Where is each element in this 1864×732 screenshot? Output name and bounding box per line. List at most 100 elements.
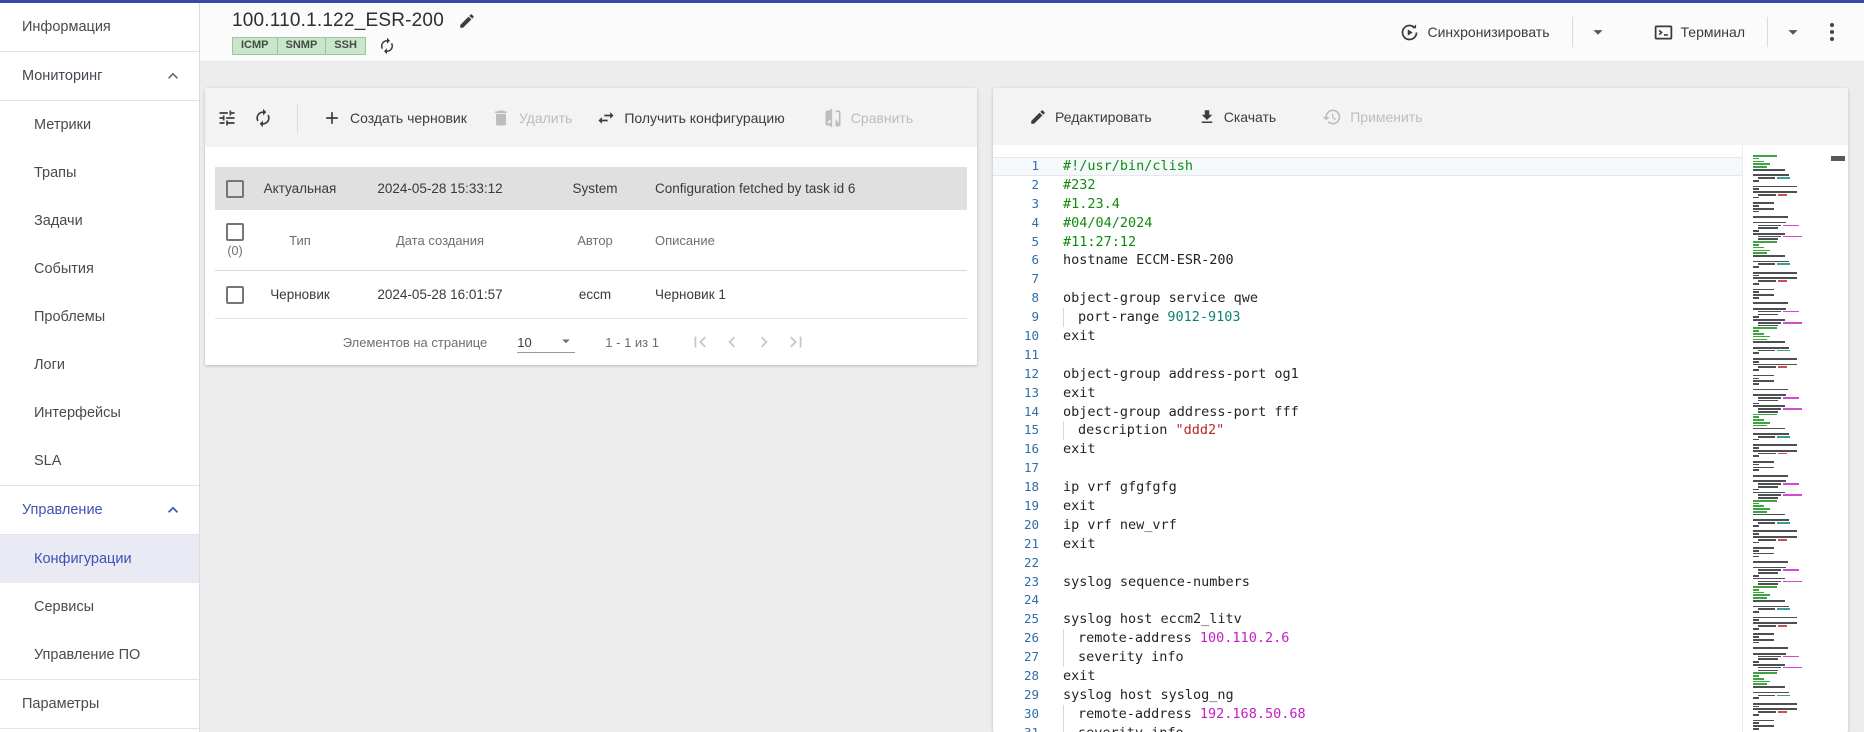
sidebar-item-information[interactable]: Информация bbox=[0, 3, 199, 51]
code-line[interactable]: 2#232 bbox=[993, 176, 1742, 195]
code-line[interactable]: 26remote-address 100.110.2.6 bbox=[993, 629, 1742, 648]
chevron-left-icon bbox=[721, 331, 743, 353]
code-line[interactable]: 16exit bbox=[993, 440, 1742, 459]
protocol-badge: ICMP bbox=[232, 37, 278, 55]
code-line[interactable]: 18ip vrf gfgfgfg bbox=[993, 478, 1742, 497]
code-line[interactable]: 24 bbox=[993, 591, 1742, 610]
code-line[interactable]: 7 bbox=[993, 270, 1742, 289]
terminal-button[interactable]: Терминал bbox=[1653, 22, 1745, 43]
sidebar-item-traps[interactable]: Трапы bbox=[0, 149, 199, 197]
code-line[interactable]: 22 bbox=[993, 554, 1742, 573]
column-header-created[interactable]: Дата создания bbox=[396, 233, 484, 248]
code-line[interactable]: 30remote-address 192.168.50.68 bbox=[993, 705, 1742, 724]
download-config-button[interactable]: Скачать bbox=[1198, 108, 1277, 126]
code-line[interactable]: 12object-group address-port og1 bbox=[993, 365, 1742, 384]
first-page-button[interactable] bbox=[689, 331, 711, 353]
code-line[interactable]: 23syslog sequence-numbers bbox=[993, 573, 1742, 592]
sidebar-item-software-management[interactable]: Управление ПО bbox=[0, 631, 199, 679]
sidebar-item-logs[interactable]: Логи bbox=[0, 341, 199, 389]
minimap-line bbox=[1753, 589, 1837, 591]
code-line[interactable]: 27severity info bbox=[993, 648, 1742, 667]
terminal-dropdown-button[interactable] bbox=[1782, 21, 1804, 43]
column-header-author[interactable]: Автор bbox=[577, 233, 613, 248]
code-line[interactable]: 9port-range 9012-9103 bbox=[993, 308, 1742, 327]
code-line[interactable]: 3#1.23.4 bbox=[993, 195, 1742, 214]
code-line[interactable]: 15description "ddd2" bbox=[993, 421, 1742, 440]
fetch-config-button[interactable]: Получить конфигурацию bbox=[596, 108, 784, 128]
code-line[interactable]: 20ip vrf new_vrf bbox=[993, 516, 1742, 535]
code-lines[interactable]: 1#!/usr/bin/clish2#2323#1.23.44#04/04/20… bbox=[993, 145, 1743, 732]
filter-button[interactable] bbox=[217, 108, 237, 128]
column-header-type[interactable]: Тип bbox=[289, 233, 311, 248]
column-header-description[interactable]: Описание bbox=[655, 233, 715, 248]
refresh-status-button[interactable] bbox=[378, 37, 396, 55]
prev-page-button[interactable] bbox=[721, 331, 743, 353]
page-size-select[interactable]: 10 bbox=[517, 332, 575, 353]
code-line[interactable]: 25syslog host eccm2_litv bbox=[993, 610, 1742, 629]
synchronize-dropdown-button[interactable] bbox=[1587, 21, 1609, 43]
minimap-line bbox=[1753, 227, 1837, 229]
minimap-line bbox=[1753, 314, 1837, 316]
compare-button[interactable]: Сравнить bbox=[823, 108, 913, 128]
code-line[interactable]: 13exit bbox=[993, 384, 1742, 403]
edit-title-button[interactable] bbox=[458, 12, 476, 30]
editor-toolbar: Редактировать Скачать Применить bbox=[993, 88, 1848, 145]
sidebar-item-monitoring[interactable]: Мониторинг bbox=[0, 52, 199, 100]
apply-config-button[interactable]: Применить bbox=[1322, 107, 1422, 127]
minimap-line bbox=[1753, 375, 1837, 377]
minimap-line bbox=[1753, 692, 1837, 694]
first-page-icon bbox=[689, 331, 711, 353]
code-line[interactable]: 5#11:27:12 bbox=[993, 233, 1742, 252]
table-row[interactable]: Черновик2024-05-28 16:01:57eccmЧерновик … bbox=[215, 271, 967, 319]
row-checkbox[interactable] bbox=[226, 180, 244, 198]
code-line[interactable]: 21exit bbox=[993, 535, 1742, 554]
swap-arrows-icon bbox=[596, 108, 616, 128]
minimap-line bbox=[1753, 361, 1837, 363]
minimap[interactable] bbox=[1753, 155, 1837, 732]
code-line[interactable]: 6hostname ECCM-ESR-200 bbox=[993, 251, 1742, 270]
sidebar-item-interfaces[interactable]: Интерфейсы bbox=[0, 389, 199, 437]
code-line[interactable]: 14object-group address-port fff bbox=[993, 403, 1742, 422]
current-config-row[interactable]: Актуальная 2024-05-28 15:33:12 System Co… bbox=[215, 167, 967, 210]
delete-button[interactable]: Удалить bbox=[491, 108, 572, 128]
sidebar-item-parameters[interactable]: Параметры bbox=[0, 680, 199, 728]
sidebar-item-tasks[interactable]: Задачи bbox=[0, 197, 199, 245]
code-line[interactable]: 31severity info bbox=[993, 724, 1742, 732]
select-all-checkbox[interactable] bbox=[226, 223, 244, 241]
more-actions-button[interactable] bbox=[1824, 19, 1840, 45]
line-content: #04/04/2024 bbox=[1039, 214, 1152, 233]
minimap-line bbox=[1753, 544, 1837, 546]
sidebar-item-management[interactable]: Управление bbox=[0, 486, 199, 534]
code-line[interactable]: 28exit bbox=[993, 667, 1742, 686]
sidebar-item-metrics[interactable]: Метрики bbox=[0, 101, 199, 149]
code-line[interactable]: 17 bbox=[993, 459, 1742, 478]
minimap-line bbox=[1753, 289, 1837, 291]
code-line[interactable]: 19exit bbox=[993, 497, 1742, 516]
code-line[interactable]: 1#!/usr/bin/clish bbox=[993, 157, 1742, 176]
create-draft-button[interactable]: Создать черновик bbox=[322, 108, 467, 128]
sidebar-item-events[interactable]: События bbox=[0, 245, 199, 293]
minimap-line bbox=[1753, 617, 1837, 619]
code-line[interactable]: 10exit bbox=[993, 327, 1742, 346]
chevron-up-icon bbox=[163, 66, 183, 86]
sidebar-item-problems[interactable]: Проблемы bbox=[0, 293, 199, 341]
synchronize-button[interactable]: Синхронизировать bbox=[1399, 22, 1549, 43]
scrollbar-thumb[interactable] bbox=[1831, 156, 1845, 161]
sidebar-item-sla[interactable]: SLA bbox=[0, 437, 199, 485]
minimap-line bbox=[1753, 205, 1837, 207]
code-line[interactable]: 29syslog host syslog_ng bbox=[993, 686, 1742, 705]
edit-config-button[interactable]: Редактировать bbox=[1029, 108, 1152, 126]
code-line[interactable]: 8object-group service qwe bbox=[993, 289, 1742, 308]
minimap-line bbox=[1753, 441, 1837, 443]
code-line[interactable]: 4#04/04/2024 bbox=[993, 214, 1742, 233]
sidebar-item-services[interactable]: Сервисы bbox=[0, 583, 199, 631]
refresh-list-button[interactable] bbox=[253, 108, 273, 128]
minimap-line bbox=[1753, 330, 1837, 332]
row-checkbox[interactable] bbox=[226, 286, 244, 304]
sidebar-item-configurations[interactable]: Конфигурации bbox=[0, 535, 199, 583]
last-page-button[interactable] bbox=[785, 331, 807, 353]
next-page-button[interactable] bbox=[753, 331, 775, 353]
minimap-line bbox=[1753, 700, 1837, 702]
code-editor[interactable]: 1#!/usr/bin/clish2#2323#1.23.44#04/04/20… bbox=[993, 145, 1848, 732]
code-line[interactable]: 11 bbox=[993, 346, 1742, 365]
